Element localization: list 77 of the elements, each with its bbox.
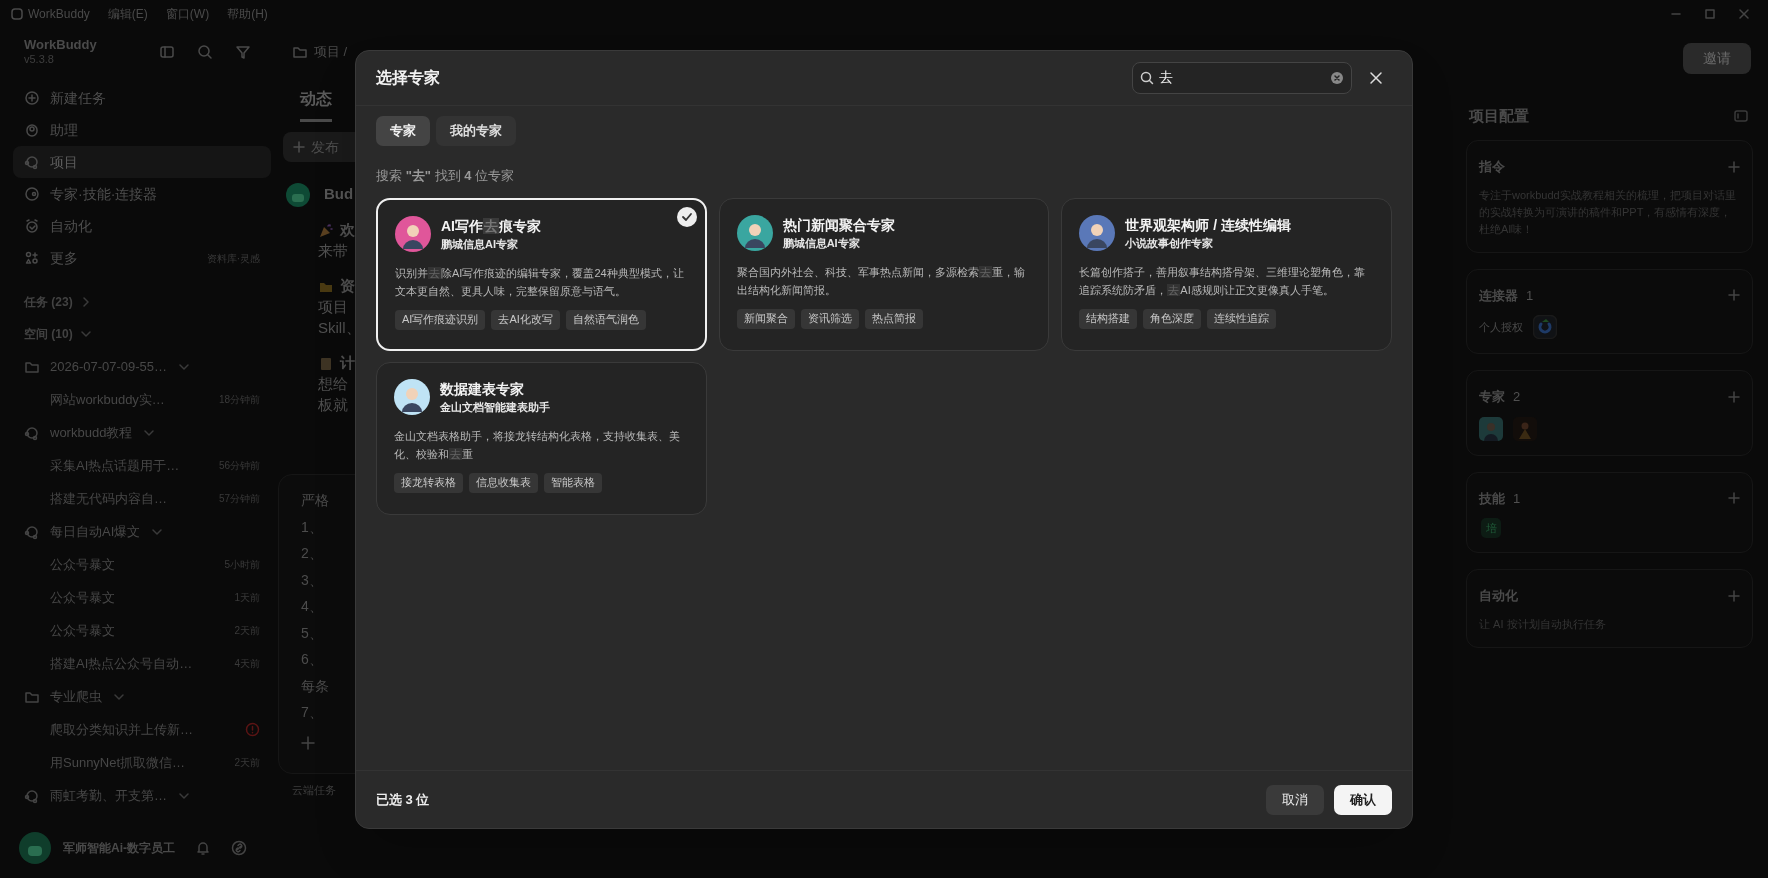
confirm-button[interactable]: 确认 [1334,784,1392,815]
feed-text: 想给 [318,374,348,395]
prompt-line: 5、 [301,623,324,643]
count-label: 1 [1513,489,1521,508]
count-label: 2 [1513,388,1521,406]
prompt-line: 3、 [301,570,324,590]
section-header[interactable]: 空间 (10) [24,325,73,343]
tag: AI写作痕迹识别 [395,309,486,330]
tag: 资讯筛选 [800,308,859,329]
feed-text: 计 [340,353,355,374]
sidebar-item[interactable]: 助理 [13,114,271,146]
invite-button[interactable]: 邀请 [1683,43,1751,74]
feed-text: 板就 [318,395,348,416]
prompt-line: 每条 [301,676,330,696]
sidebar-item[interactable]: 新建任务 [13,82,271,114]
menu-item[interactable]: WorkBuddy [28,5,90,23]
user-name: 军师智能Ai-数字员工 [63,840,175,857]
menu-item[interactable]: 窗口(W) [165,5,210,23]
tab[interactable]: 动态 [300,87,332,122]
cancel-button[interactable]: 取消 [1266,784,1324,815]
prompt-line: 7、 [301,703,324,722]
sidebar-item[interactable]: 自动化 [13,210,271,242]
tag: 接龙转表格 [394,472,463,493]
card-title: 专家 [1479,388,1505,406]
author-name: Bud [324,184,354,205]
feed-text: 来带 [318,241,348,262]
feed-text: Skill、 [318,318,361,339]
expert-subtitle: 鹏城信息AI专家 [782,235,861,251]
prompt-line: 严格 [301,491,330,510]
task-item[interactable]: 搭建AI热点公众号自动… [50,653,193,674]
tag: 连续性追踪 [1207,308,1277,329]
dialog-title: 选择专家 [376,68,440,88]
card-title: 自动化 [1479,587,1518,605]
prompt-line: 1、 [301,517,324,537]
tab[interactable]: 专家 [376,116,430,146]
tag: 去AI化改写 [491,309,560,330]
prompt-line: 6、 [301,650,324,669]
space-item[interactable]: 专业爬虫 [50,686,102,707]
expert-name: 热门新闻聚合专家 [782,215,895,235]
sidebar-item[interactable]: 项目 [13,146,271,178]
selected-count: 已选 3 位 [376,790,430,809]
prompt-line: 2、 [301,544,324,563]
tab[interactable]: 我的专家 [436,116,516,146]
count-label: 1 [1526,286,1534,305]
feed-text: 欢 [340,220,355,241]
search-result-text: 搜索 "去" 找到 4 位专家 [376,167,516,185]
expert-name: 世界观架构师 / 连续性编辑 [1125,215,1291,235]
prompt-line: 4、 [301,597,324,616]
tag: 新闻聚合 [736,308,795,329]
expert-subtitle: 金山文档智能建表助手 [440,399,550,415]
space-item[interactable]: 每日自动AI爆文 [50,521,141,542]
expert-subtitle: 小说故事创作专家 [1125,235,1215,251]
tag: 信息收集表 [469,472,538,493]
expert-name: AI写作去痕专家 [441,216,541,236]
menu-item[interactable]: 帮助(H) [227,5,268,23]
expert-name: 数据建表专家 [440,379,525,399]
tag: 角色深度 [1143,308,1202,329]
tag: 热点简报 [864,308,923,329]
task-item[interactable]: 网站workbuddy实… [50,389,165,410]
breadcrumb[interactable]: 项目 / [314,42,348,62]
feed-text: 项目 [318,297,348,318]
app-name: WorkBuddy [24,37,97,52]
panel-title: 项目配置 [1469,105,1529,126]
card-title: 技能 [1479,489,1505,508]
tag: 结构搭建 [1079,308,1138,329]
tag: 智能表格 [544,472,602,493]
space-item[interactable]: workbudd教程 [50,422,133,443]
sidebar-item[interactable]: 专家·技能·连接器 [13,178,271,210]
search-field[interactable]: 去 [1132,62,1352,94]
section-header[interactable]: 任务 (23) [24,293,73,311]
space-item[interactable]: 雨虹考勤、开支第… [50,785,167,806]
expert-subtitle: 鹏城信息AI专家 [441,236,519,252]
feed-text: 资 [340,276,355,297]
space-item[interactable]: 2026-07-07-09-55… [50,356,168,377]
card-title: 指令 [1479,158,1505,176]
tag: 自然语气润色 [565,309,646,330]
card-title: 连接器 [1479,286,1518,305]
